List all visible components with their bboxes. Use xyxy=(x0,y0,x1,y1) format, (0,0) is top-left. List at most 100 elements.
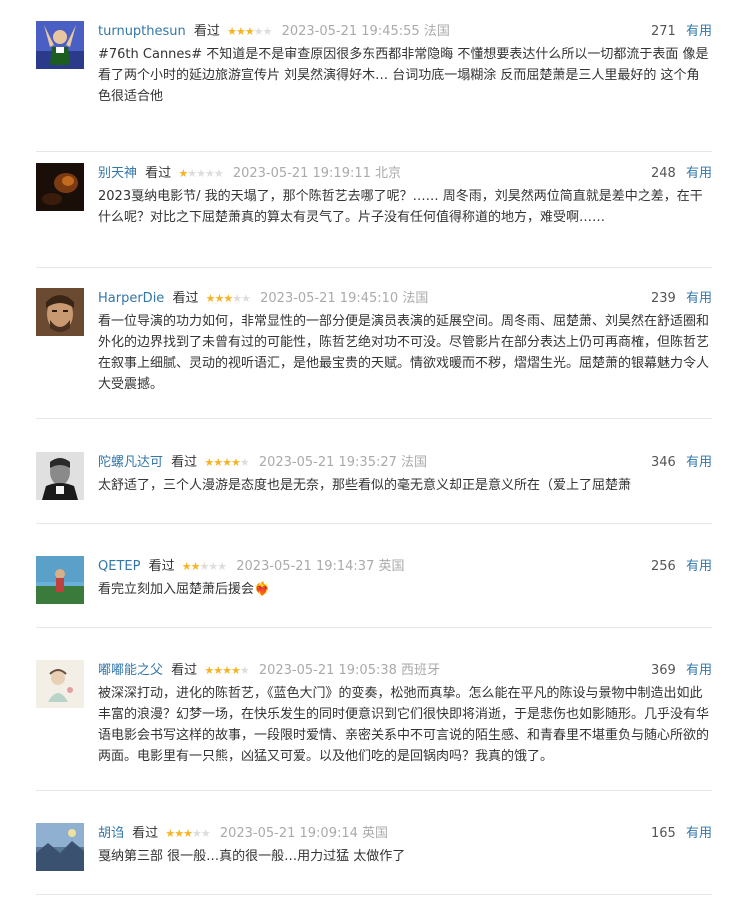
author-link[interactable]: 陀螺凡达可 xyxy=(98,455,163,470)
star-empty-icon: ★ xyxy=(217,560,227,573)
rating-stars: ★★★★★ xyxy=(165,824,211,844)
review-time: 2023-05-21 19:05:38 西班牙 xyxy=(258,663,441,678)
review-content: #76th Cannes# 不知道是不是审查原因很多东西都非常隐晦 不懂想要表达… xyxy=(98,47,709,104)
rating-stars: ★★★★★ xyxy=(206,289,251,309)
watch-status: 看过 xyxy=(172,291,199,306)
star-filled-icon: ★ xyxy=(165,827,175,840)
star-filled-icon: ★ xyxy=(174,827,184,840)
useful-button[interactable]: 有用 xyxy=(686,291,712,306)
star-filled-icon: ★ xyxy=(181,560,192,573)
watch-status: 看过 xyxy=(171,663,198,678)
avatar[interactable] xyxy=(36,288,84,336)
star-filled-icon: ★ xyxy=(230,456,241,469)
review-content: 看一位导演的功力如何，非常显性的一部分便是演员表演的延展空间。周冬雨、屈楚萧、刘… xyxy=(98,314,710,392)
useful-button[interactable]: 有用 xyxy=(686,663,712,678)
vote-count: 239 xyxy=(651,291,676,306)
review-item: 胡诌 看过 ★★★★★ 2023-05-21 19:09:14 英国 165 有… xyxy=(36,823,712,895)
star-empty-icon: ★ xyxy=(239,664,250,677)
star-filled-icon: ★ xyxy=(235,25,246,38)
author-link[interactable]: 胡诌 xyxy=(98,826,124,841)
review-item: turnupthesun 看过 ★★★★★ 2023-05-21 19:45:5… xyxy=(36,21,712,152)
rating-stars: ★★★★★ xyxy=(181,557,227,577)
star-filled-icon: ★ xyxy=(230,664,241,677)
review-content: 看完立刻加入屈楚萧后援会❤️‍🔥 xyxy=(98,582,271,597)
review-item: 嘟嘟能之父 看过 ★★★★★ 2023-05-21 19:05:38 西班牙 3… xyxy=(36,660,712,791)
review-meta: turnupthesun 看过 ★★★★★ 2023-05-21 19:45:5… xyxy=(98,22,450,42)
review-item: 别天神 看过 ★★★★★ 2023-05-21 19:19:11 北京 248 … xyxy=(36,163,712,268)
review-content: 太舒适了，三个人漫游是态度也是无奈，那些看似的毫无意义却正是意义所在（爱上了屈楚… xyxy=(98,478,632,493)
avatar[interactable] xyxy=(36,556,84,604)
watch-status: 看过 xyxy=(193,24,220,39)
review-content: 戛纳第三部 很一般…真的很一般…用力过猛 太做作了 xyxy=(98,849,406,864)
watch-status: 看过 xyxy=(148,559,175,574)
avatar[interactable] xyxy=(36,21,84,69)
star-empty-icon: ★ xyxy=(200,827,211,840)
rating-stars: ★★★★★ xyxy=(204,661,250,681)
star-empty-icon: ★ xyxy=(239,456,250,469)
star-empty-icon: ★ xyxy=(253,25,264,38)
vote-count: 165 xyxy=(651,826,676,841)
avatar[interactable] xyxy=(36,452,84,500)
review-item: HarperDie 看过 ★★★★★ 2023-05-21 19:45:10 法… xyxy=(36,288,712,419)
avatar[interactable] xyxy=(36,823,84,871)
rating-stars: ★★★★★ xyxy=(204,453,250,473)
author-link[interactable]: QETEP xyxy=(98,559,140,574)
review-meta: HarperDie 看过 ★★★★★ 2023-05-21 19:45:10 法… xyxy=(98,289,428,309)
useful-button[interactable]: 有用 xyxy=(686,826,712,841)
star-filled-icon: ★ xyxy=(227,25,237,38)
rating-stars: ★★★★★ xyxy=(178,164,224,184)
useful-button[interactable]: 有用 xyxy=(686,166,712,181)
review-meta: 嘟嘟能之父 看过 ★★★★★ 2023-05-21 19:05:38 西班牙 xyxy=(98,661,440,681)
vote-count: 346 xyxy=(651,455,676,470)
star-empty-icon: ★ xyxy=(232,292,242,305)
review-item: 陀螺凡达可 看过 ★★★★★ 2023-05-21 19:35:27 法国 34… xyxy=(36,452,712,524)
review-content: 被深深打动，进化的陈哲艺，《蓝色大门》的变奏，松弛而真挚。怎么能在平凡的陈设与景… xyxy=(98,686,710,764)
author-link[interactable]: 别天神 xyxy=(98,166,137,181)
review-meta: 陀螺凡达可 看过 ★★★★★ 2023-05-21 19:35:27 法国 xyxy=(98,453,427,473)
star-empty-icon: ★ xyxy=(191,827,202,840)
star-filled-icon: ★ xyxy=(223,292,233,305)
useful-button[interactable]: 有用 xyxy=(686,559,712,574)
star-filled-icon: ★ xyxy=(183,827,193,840)
vote-count: 256 xyxy=(651,559,676,574)
star-empty-icon: ★ xyxy=(213,167,224,180)
avatar[interactable] xyxy=(36,660,84,708)
vote-count: 271 xyxy=(651,24,676,39)
star-filled-icon: ★ xyxy=(213,664,223,677)
star-filled-icon: ★ xyxy=(244,25,255,38)
star-empty-icon: ★ xyxy=(262,25,273,38)
vote-count: 369 xyxy=(651,663,676,678)
star-filled-icon: ★ xyxy=(204,664,214,677)
watch-status: 看过 xyxy=(171,455,198,470)
avatar[interactable] xyxy=(36,163,84,211)
useful-button[interactable]: 有用 xyxy=(686,24,712,39)
rating-stars: ★★★★★ xyxy=(227,22,273,42)
star-filled-icon: ★ xyxy=(222,664,232,677)
review-meta: QETEP 看过 ★★★★★ 2023-05-21 19:14:37 英国 xyxy=(98,557,405,577)
watch-status: 看过 xyxy=(132,826,159,841)
vote-area: 239 有用 xyxy=(651,289,712,309)
review-time: 2023-05-21 19:35:27 法国 xyxy=(258,455,428,470)
star-filled-icon: ★ xyxy=(190,560,201,573)
star-empty-icon: ★ xyxy=(204,167,215,180)
review-time: 2023-05-21 19:09:14 英国 xyxy=(219,826,389,841)
star-filled-icon: ★ xyxy=(204,456,214,469)
review-time: 2023-05-21 19:45:10 法国 xyxy=(260,291,429,306)
star-empty-icon: ★ xyxy=(187,167,197,180)
vote-count: 248 xyxy=(651,166,676,181)
review-content: 2023戛纳电影节/ 我的天塌了，那个陈哲艺去哪了呢？…… 周冬雨，刘昊然两位简… xyxy=(98,189,703,225)
star-filled-icon: ★ xyxy=(222,456,232,469)
review-time: 2023-05-21 19:14:37 英国 xyxy=(236,559,405,574)
review-item: QETEP 看过 ★★★★★ 2023-05-21 19:14:37 英国 25… xyxy=(36,556,712,628)
author-link[interactable]: turnupthesun xyxy=(98,24,186,39)
useful-button[interactable]: 有用 xyxy=(686,455,712,470)
vote-area: 248 有用 xyxy=(651,164,712,184)
star-empty-icon: ★ xyxy=(241,292,251,305)
star-empty-icon: ★ xyxy=(208,560,218,573)
author-link[interactable]: HarperDie xyxy=(98,291,164,306)
star-filled-icon: ★ xyxy=(213,456,223,469)
vote-area: 165 有用 xyxy=(651,824,712,844)
review-time: 2023-05-21 19:45:55 法国 xyxy=(281,24,450,39)
vote-area: 271 有用 xyxy=(651,22,712,42)
author-link[interactable]: 嘟嘟能之父 xyxy=(98,663,163,678)
